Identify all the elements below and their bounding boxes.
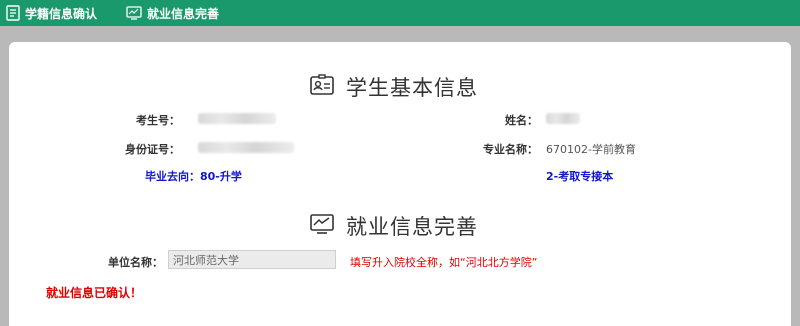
- nav-item-label: 学籍信息确认: [25, 6, 98, 21]
- exam-no-label: 考生号：: [136, 114, 180, 127]
- top-nav-bar: 学籍信息确认 就业信息完善: [0, 0, 800, 26]
- nav-item-label: 就业信息完善: [147, 6, 220, 21]
- name-redacted: [546, 113, 580, 124]
- section-title: 学生基本信息: [346, 76, 478, 100]
- nav-item-employment-info[interactable]: 就业信息完善: [126, 0, 219, 26]
- id-number-redacted: [198, 142, 294, 153]
- section-heading-basic-info: 学生基本信息: [310, 72, 478, 102]
- name-label: 姓名：: [505, 114, 538, 127]
- document-list-icon: [6, 5, 20, 21]
- nav-item-enrollment-confirm[interactable]: 学籍信息确认: [6, 0, 97, 26]
- unit-name-label: 单位名称：: [108, 256, 163, 269]
- section-heading-employment: 就业信息完善: [310, 211, 478, 241]
- major-value: 670102-学前教育: [546, 143, 636, 156]
- destination-value: 80-升学: [200, 170, 242, 183]
- unit-name-input[interactable]: [168, 250, 336, 269]
- id-card-icon: [310, 73, 346, 101]
- id-number-label: 身份证号：: [125, 143, 180, 156]
- major-label: 专业名称：: [483, 143, 538, 156]
- employment-confirmed-status: 就业信息已确认！: [46, 286, 143, 300]
- path-value: 2-考取专接本: [546, 170, 614, 183]
- unit-name-hint: 填写升入院校全称，如“河北北方学院”: [350, 256, 538, 269]
- exam-no-redacted: [198, 113, 276, 124]
- monitor-chart-icon: [126, 6, 142, 20]
- monitor-chart-icon: [310, 213, 346, 240]
- destination-label: 毕业去向：: [145, 170, 200, 183]
- section-title: 就业信息完善: [346, 215, 478, 239]
